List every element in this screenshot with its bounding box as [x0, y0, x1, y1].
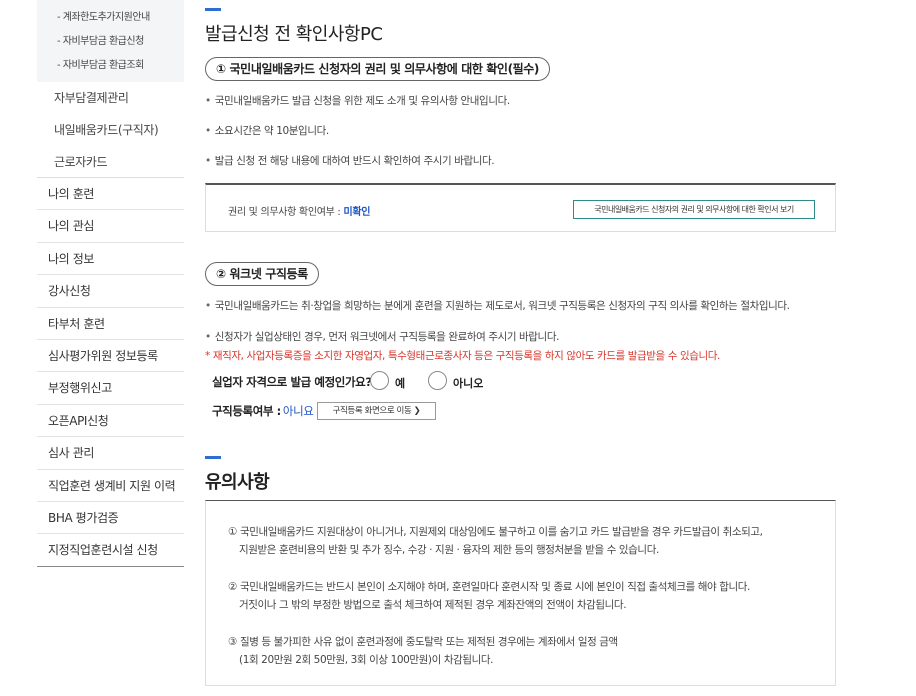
- notice-accent-bar: [205, 456, 221, 459]
- section1-bullet-1: 국민내일배움카드 발급 신청을 위한 제도 소개 및 유의사항 안내입니다.: [205, 93, 510, 108]
- section1-heading: ① 국민내일배움카드 신청자의 권리 및 의무사항에 대한 확인(필수): [205, 57, 551, 81]
- sidebar-item-self-payment[interactable]: 자부담결제관리: [37, 82, 184, 114]
- sidebar-sub-item-account-limit[interactable]: - 계좌한도추가지원안내: [37, 6, 184, 30]
- section1-bullet-2: 소요시간은 약 10분입니다.: [205, 123, 329, 138]
- sidebar-sub-item-refund-apply[interactable]: - 자비부담금 환급신청: [37, 30, 184, 54]
- notice-item-1-line-1: ① 국민내일배움카드 지원대상이 아니거나, 지원제외 대상임에도 불구하고 이…: [228, 526, 763, 538]
- notice-item-3-line-1: ③ 질병 등 불가피한 사유 없이 훈련과정에 중도탈락 또는 제적된 경우에는…: [228, 636, 618, 648]
- section2-bullet-1: 국민내일배움카드는 취·창업을 희망하는 분에게 훈련을 지원하는 제도로서, …: [205, 298, 790, 313]
- section2-warning: 재직자, 사업자등록증을 소지한 자영업자, 특수형태근로종사자 등은 구직등록…: [205, 348, 720, 363]
- job-registration-value: 아니요: [282, 404, 314, 418]
- sidebar-item-living-cost-history[interactable]: 직업훈련 생계비 지원 이력: [37, 470, 184, 502]
- notice-item-1-line-2: 지원받은 훈련비용의 반환 및 추가 징수, 수강 · 지원 · 융자의 제한 …: [239, 544, 659, 556]
- notice-item-2-line-1: ② 국민내일배움카드는 반드시 본인이 소지해야 하며, 훈련일마다 훈련시작 …: [228, 581, 750, 593]
- notice-item-3-line-2: (1회 20만원 2회 50만원, 3회 이상 100만원)이 차감됩니다.: [239, 654, 494, 666]
- sidebar-item-instructor-apply[interactable]: 강사신청: [37, 275, 184, 308]
- radio-yes-label[interactable]: 예: [395, 375, 405, 391]
- view-rights-confirmation-button[interactable]: 국민내일배움카드 신청자의 권리 및 의무사항에 대한 확인서 보기: [573, 200, 815, 219]
- sidebar-item-other-ministry[interactable]: 타부처 훈련: [37, 308, 184, 340]
- sidebar-sub-item-refund-inquiry[interactable]: - 자비부담금 환급조회: [37, 54, 184, 78]
- job-registration-status: 구직등록여부 : 아니요: [212, 403, 314, 419]
- rights-check-box: 권리 및 의무사항 확인여부 : 미확인 국민내일배움카드 신청자의 권리 및 의…: [205, 183, 836, 232]
- notice-title: 유의사항: [205, 472, 270, 493]
- section1-bullet-3: 발급 신청 전 해당 내용에 대하여 반드시 확인하여 주시기 바랍니다.: [205, 153, 495, 168]
- section2-bullet-2: 신청자가 실업상태인 경우, 먼저 워크넷에서 구직등록을 완료하여 주시기 바…: [205, 329, 560, 344]
- sidebar-sub-group: - 계좌한도추가지원안내 - 자비부담금 환급신청 - 자비부담금 환급조회: [37, 0, 184, 82]
- unemployed-question: 실업자 자격으로 발급 예정인가요?: [212, 375, 372, 389]
- notice-item-2-line-2: 거짓이나 그 밖의 부정한 방법으로 출석 체크하여 제적된 경우 계좌잔액의 …: [239, 599, 627, 611]
- sidebar-item-worker-card[interactable]: 근로자카드: [37, 146, 184, 178]
- title-accent-bar: [205, 8, 221, 11]
- go-to-job-registration-button[interactable]: 구직등록 화면으로 이동 ❯: [317, 402, 436, 420]
- sidebar-item-evaluator-register[interactable]: 심사평가위원 정보등록: [37, 340, 184, 373]
- sidebar: - 계좌한도추가지원안내 - 자비부담금 환급신청 - 자비부담금 환급조회 자…: [37, 0, 184, 567]
- sidebar-item-jobseeker-card[interactable]: 내일배움카드(구직자): [37, 114, 184, 146]
- notice-box: ① 국민내일배움카드 지원대상이 아니거나, 지원제외 대상임에도 불구하고 이…: [205, 500, 836, 686]
- job-registration-label: 구직등록여부 :: [212, 404, 281, 418]
- rights-check-label-text: 권리 및 의무사항 확인여부 :: [228, 207, 341, 218]
- radio-yes[interactable]: [370, 371, 389, 390]
- sidebar-item-facility-apply[interactable]: 지정직업훈련시설 신청: [37, 534, 184, 567]
- sidebar-item-review-manage[interactable]: 심사 관리: [37, 437, 184, 470]
- sidebar-item-my-interest[interactable]: 나의 관심: [37, 210, 184, 243]
- radio-no[interactable]: [428, 371, 447, 390]
- sidebar-item-open-api[interactable]: 오픈API신청: [37, 405, 184, 438]
- section2-heading: ② 워크넷 구직등록: [205, 262, 319, 286]
- page-title: 발급신청 전 확인사항PC: [205, 24, 383, 45]
- rights-check-label: 권리 및 의무사항 확인여부 : 미확인: [228, 203, 370, 218]
- sidebar-item-fraud-report[interactable]: 부정행위신고: [37, 372, 184, 405]
- sidebar-item-my-training[interactable]: 나의 훈련: [37, 178, 184, 211]
- radio-no-label[interactable]: 아니오: [453, 375, 483, 391]
- rights-check-status: 미확인: [343, 207, 371, 218]
- sidebar-item-my-info[interactable]: 나의 정보: [37, 243, 184, 276]
- sidebar-item-bha-verify[interactable]: BHA 평가검증: [37, 502, 184, 535]
